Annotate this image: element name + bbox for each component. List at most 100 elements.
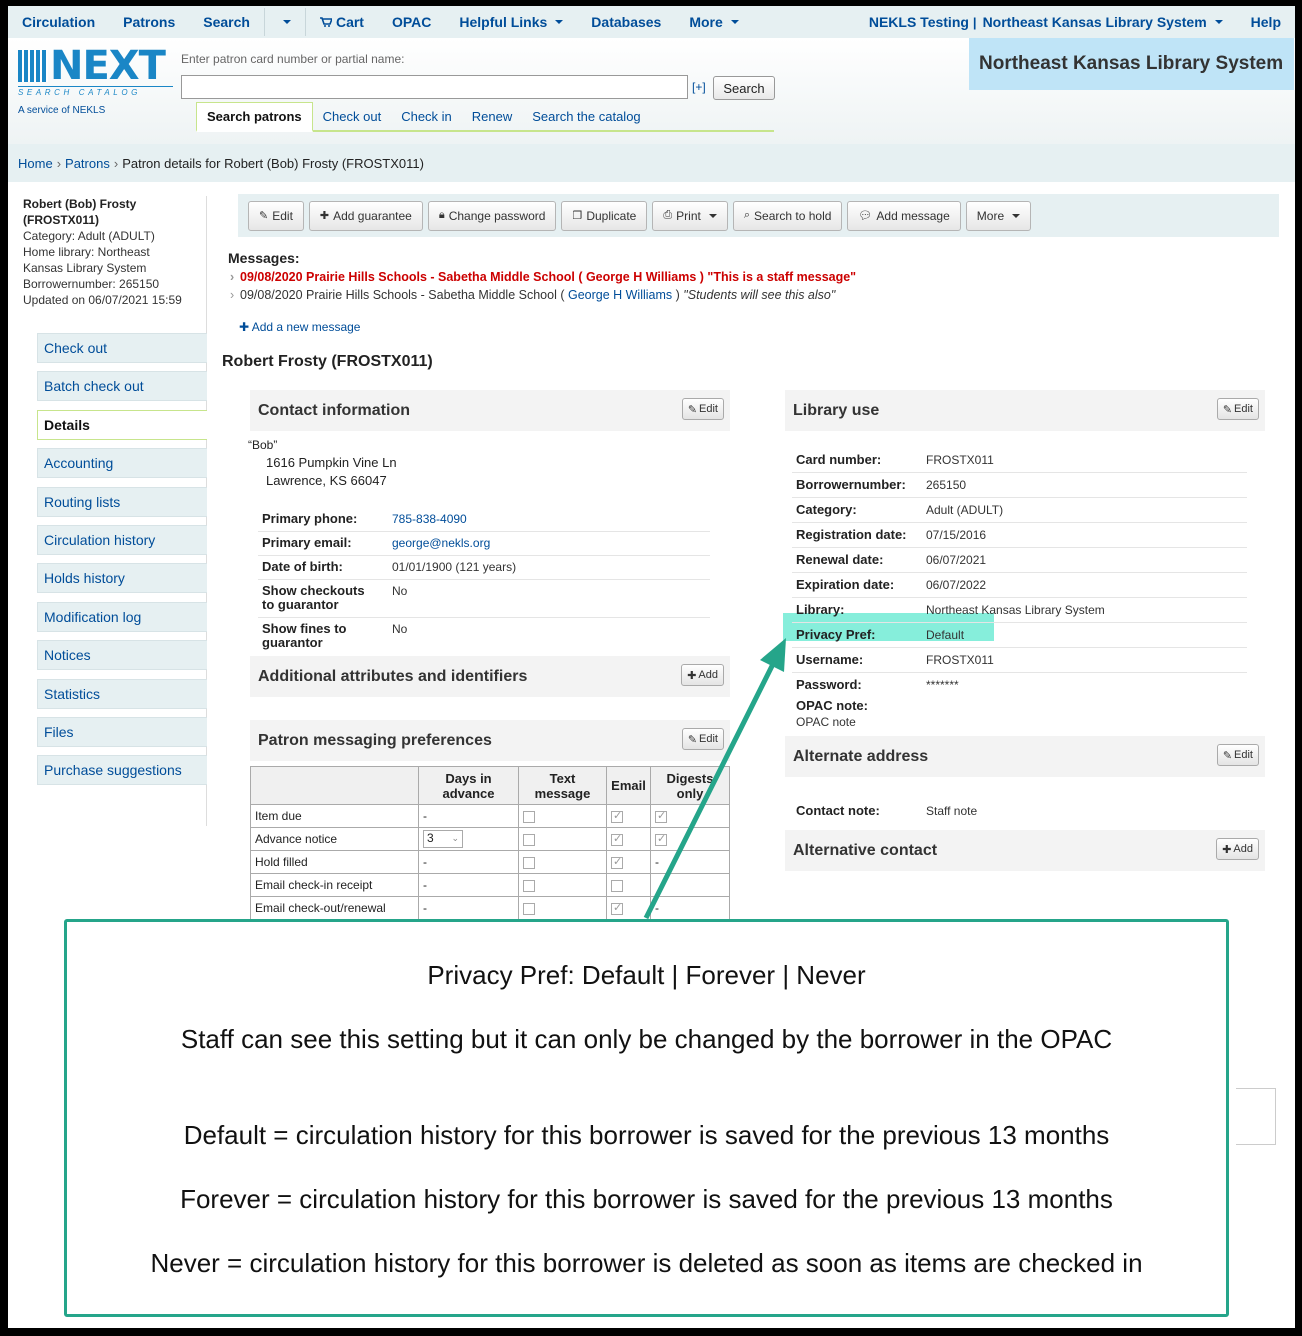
expand-search-link[interactable]: [+]: [692, 80, 706, 94]
change-password-button[interactable]: 🔒︎ Change password: [427, 200, 557, 231]
nav-help[interactable]: Help: [1237, 6, 1295, 38]
nav-branch[interactable]: NEKLS Testing: [855, 6, 973, 38]
email-link[interactable]: george@nekls.org: [392, 536, 490, 550]
breadcrumb-separator: ›: [56, 155, 62, 171]
nav-databases[interactable]: Databases: [577, 6, 675, 38]
days-select[interactable]: 3 ⌄: [423, 830, 463, 848]
attributes-add-button[interactable]: ✚ Add: [681, 664, 724, 686]
tab-check-out[interactable]: Check out: [313, 102, 392, 130]
menu-statistics[interactable]: Statistics: [37, 678, 207, 709]
row-label: Email check-out/renewal: [250, 896, 419, 920]
library-use-details: Card number: FROSTX011 Borrowernumber: 265…: [792, 448, 1247, 729]
menu-details[interactable]: Details: [37, 409, 207, 440]
edit-button[interactable]: ✎ Edit: [248, 200, 304, 231]
contact-row: Show checkouts to guarantor No: [258, 580, 710, 618]
library-use-edit-button[interactable]: ✎ Edit: [1216, 398, 1259, 420]
privacy-pref-value: Default: [926, 628, 965, 642]
digest-checkbox[interactable]: [655, 809, 667, 823]
alternative-contact-add-button[interactable]: ✚ Add: [1216, 838, 1259, 860]
more-button[interactable]: More: [965, 200, 1032, 231]
days-cell: -: [418, 873, 519, 897]
menu-batch-check-out[interactable]: Batch check out: [37, 371, 207, 402]
breadcrumb-current: Patron details for Robert (Bob) Frosty (…: [122, 155, 424, 171]
menu-circulation-history[interactable]: Circulation history: [37, 524, 207, 555]
library-use-value: FROSTX011: [926, 453, 994, 467]
add-new-message-link[interactable]: ✚ Add a new message: [239, 320, 360, 334]
privacy-pref-key: Privacy Pref:: [796, 627, 876, 642]
email-checkbox[interactable]: [611, 879, 623, 892]
nav-search-dropdown[interactable]: [265, 6, 305, 38]
alternative-contact-add-label: Add: [1233, 843, 1253, 855]
menu-modification-log[interactable]: Modification log: [37, 601, 207, 632]
row-label: Email check-in receipt: [250, 873, 419, 897]
nav-patrons[interactable]: Patrons: [109, 6, 189, 38]
library-use-row: Card number: FROSTX011: [792, 448, 1247, 473]
sms-cell: [518, 873, 607, 897]
tab-search-patrons[interactable]: Search patrons: [196, 102, 313, 132]
nav-opac[interactable]: OPAC: [378, 6, 445, 38]
search-to-hold-button[interactable]: ⌕ Search to hold: [732, 200, 843, 231]
pencil-icon: ✎: [1222, 403, 1233, 416]
contact-row: Date of birth: 01/01/1900 (121 years): [258, 556, 710, 580]
table-row: Item due -: [250, 804, 730, 828]
breadcrumb-home[interactable]: Home: [18, 156, 53, 171]
patron-brief-library: Home library: Northeast: [23, 245, 150, 259]
alternate-address-edit-button[interactable]: ✎ Edit: [1216, 744, 1259, 766]
print-button[interactable]: ⎙ Print: [652, 200, 728, 231]
sms-checkbox[interactable]: [523, 833, 535, 846]
logo[interactable]: NEXT SEARCH CATALOG A service of NEKLS: [18, 46, 173, 116]
tab-check-in[interactable]: Check in: [391, 102, 462, 130]
email-checkbox[interactable]: [611, 809, 623, 823]
nav-cart[interactable]: Cart: [306, 6, 378, 38]
add-guarantee-button[interactable]: ✚ Add guarantee: [308, 200, 423, 231]
nav-circulation[interactable]: Circulation: [8, 6, 109, 38]
table-header-row: Days in advance Text message Email Diges…: [250, 766, 730, 805]
contact-edit-button[interactable]: ✎ Edit: [681, 398, 724, 420]
patron-brief-cardnumber: (FROSTX011): [23, 213, 100, 227]
email-checkbox[interactable]: [611, 832, 623, 846]
email-checkbox[interactable]: [611, 855, 623, 869]
digest-checkbox[interactable]: [655, 832, 667, 846]
menu-accounting[interactable]: Accounting: [37, 448, 207, 479]
sms-checkbox[interactable]: [523, 856, 535, 869]
menu-purchase-suggestions[interactable]: Purchase suggestions: [37, 755, 207, 786]
email-cell: [606, 873, 651, 897]
opac-message-author[interactable]: George H Williams: [568, 288, 672, 302]
change-password-label: Change password: [448, 208, 546, 223]
email-cell: [606, 827, 651, 851]
callout-line-3: Default = circulation history for this b…: [183, 1120, 1110, 1150]
menu-notices[interactable]: Notices: [37, 640, 207, 671]
chevron-down-icon: [708, 213, 717, 218]
email-checkbox[interactable]: [611, 901, 623, 915]
column-header: [250, 766, 419, 805]
sms-checkbox[interactable]: [523, 902, 535, 915]
nav-search[interactable]: Search: [189, 6, 264, 38]
breadcrumb: Home › Patrons › Patron details for Robe…: [8, 144, 1295, 182]
chevron-down-icon: [555, 20, 564, 24]
menu-holds-history[interactable]: Holds history: [37, 563, 207, 594]
add-message-button[interactable]: 💬︎ Add message: [847, 200, 961, 231]
sms-cell: [518, 850, 607, 874]
contact-key: Primary phone:: [262, 511, 358, 526]
sms-checkbox[interactable]: [523, 879, 535, 892]
nav-library-system[interactable]: Northeast Kansas Library System: [977, 6, 1237, 38]
phone-link[interactable]: 785-838-4090: [392, 512, 467, 526]
nav-helpful-links[interactable]: Helpful Links: [445, 6, 577, 38]
pencil-icon: ✎: [1222, 749, 1233, 762]
tab-search-catalog[interactable]: Search the catalog: [522, 102, 650, 130]
breadcrumb-patrons[interactable]: Patrons: [65, 156, 110, 171]
tab-renew[interactable]: Renew: [462, 102, 522, 130]
library-use-key: Password:: [796, 677, 862, 692]
email-cell: [606, 850, 651, 874]
alternate-address-title: Alternate address: [793, 747, 929, 765]
menu-check-out[interactable]: Check out: [37, 333, 207, 363]
patron-search-input[interactable]: [181, 75, 688, 99]
sms-checkbox[interactable]: [523, 810, 535, 823]
nav-more[interactable]: More: [675, 6, 752, 38]
patron-search-button[interactable]: Search: [713, 76, 775, 100]
menu-routing-lists[interactable]: Routing lists: [37, 486, 207, 517]
messaging-edit-button[interactable]: ✎ Edit: [681, 728, 724, 750]
menu-files[interactable]: Files: [37, 716, 207, 747]
duplicate-button[interactable]: ❐ Duplicate: [561, 200, 648, 231]
table-row: Advance notice 3 ⌄: [250, 827, 730, 851]
